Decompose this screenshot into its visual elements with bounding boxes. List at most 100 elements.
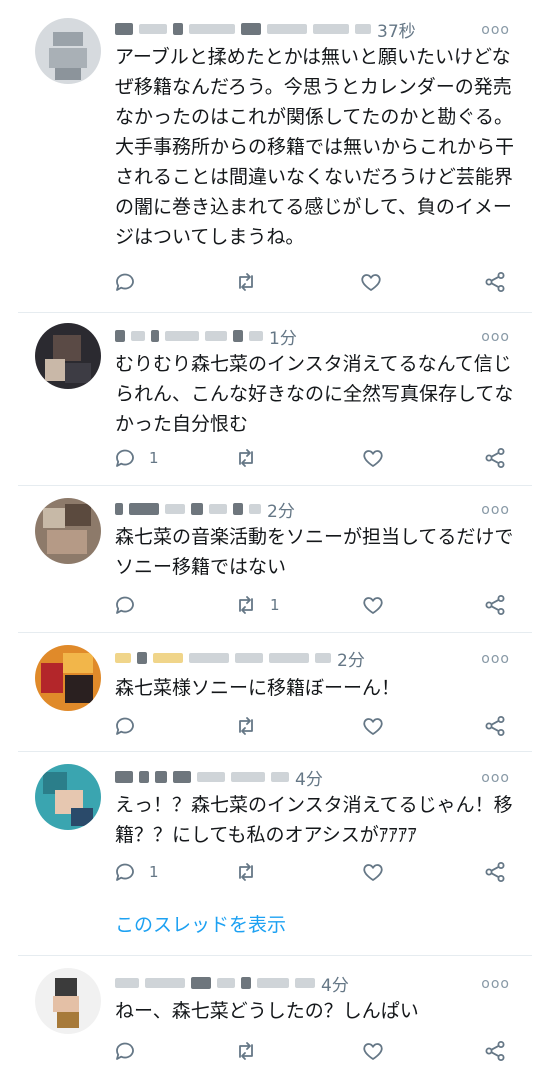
more-options-icon[interactable]: ooo [481,22,510,38]
share-icon [485,1041,505,1061]
author-name-blurred[interactable] [115,23,371,35]
reply-button[interactable] [113,1036,149,1066]
tweet-time[interactable]: 4分 [295,765,323,790]
heart-icon [363,864,383,881]
retweet-button[interactable]: 1 [234,590,280,620]
retweet-button[interactable] [234,711,270,741]
avatar[interactable] [35,968,101,1034]
more-options-icon[interactable]: ooo [481,651,510,667]
author-name-blurred[interactable] [115,771,289,783]
retweet-icon [239,273,253,291]
retweet-icon [239,1042,253,1060]
author-name-blurred[interactable] [115,652,331,664]
tweet-text: 森七菜様ソニーに移籍ぼーーん！ [115,677,401,699]
retweet-icon [239,717,253,735]
avatar[interactable] [35,323,101,389]
tweet-text: えっ！？森七菜のインスタ消えてるじゃん！移籍？？にしても私のオアシスがｱｱｱｱ [115,794,513,846]
tweet-header: 1分 [115,323,510,349]
author-name-blurred[interactable] [115,330,263,342]
tweet-text: ねー、森七菜どうしたの？しんぱい [115,1000,419,1022]
tweet-actions: 1 [110,857,520,887]
reply-count: 1 [149,863,159,881]
share-button[interactable] [483,590,507,620]
share-button[interactable] [483,443,507,473]
retweet-button[interactable] [234,443,270,473]
reply-icon [116,863,134,881]
more-options-icon[interactable]: ooo [481,976,510,992]
tweet-text: アーブルと揉めたとかは無いと願いたいけどなぜ移籍なんだろう。今思うとカレンダーの… [115,46,515,248]
share-icon [485,595,505,615]
tweet-2[interactable]: 1分 ooo むりむり森七菜のインスタ消えてるなんて信じられん、こんな好きなのに… [0,313,550,485]
avatar[interactable] [35,18,101,84]
reply-button[interactable] [113,267,149,297]
retweet-button[interactable] [234,1036,270,1066]
tweet-header: 37秒 [115,16,510,42]
retweet-button[interactable] [234,857,270,887]
tweet-time[interactable]: 4分 [321,971,349,996]
reply-button[interactable]: 1 [113,857,159,887]
share-icon [485,862,505,882]
retweet-count: 1 [270,596,280,614]
heart-icon [363,1043,383,1060]
tweet-6[interactable]: 4分 ooo ねー、森七菜どうしたの？しんぱい [0,956,550,1082]
avatar[interactable] [35,764,101,830]
tweet-1[interactable]: 37秒 ooo アーブルと揉めたとかは無いと願いたいけどなぜ移籍なんだろう。今思… [0,0,550,310]
tweet-text: 森七菜の音楽活動をソニーが担当してるだけでソニー移籍ではない [115,526,514,578]
tweet-time[interactable]: 2分 [267,497,295,522]
more-options-icon[interactable]: ooo [481,770,510,786]
tweet-4[interactable]: 2分 ooo 森七菜様ソニーに移籍ぼーーん！ [0,633,550,751]
reply-count: 1 [149,449,159,467]
reply-icon [116,273,134,291]
retweet-icon [239,863,253,881]
tweet-actions: 1 [110,590,520,620]
tweet-actions [110,267,520,297]
share-button[interactable] [483,857,507,887]
share-button[interactable] [483,1036,507,1066]
like-button[interactable] [361,443,385,473]
like-button[interactable] [359,267,383,297]
tweet-actions [110,711,520,741]
tweet-header: 4分 [115,764,510,790]
tweet-actions: 1 [110,443,520,473]
show-thread-link[interactable]: このスレッドを表示 [115,910,286,937]
heart-icon [363,450,383,467]
tweet-actions [110,1036,520,1066]
author-name-blurred[interactable] [115,977,315,989]
more-options-icon[interactable]: ooo [481,502,510,518]
reply-icon [116,1042,134,1060]
tweet-time[interactable]: 37秒 [377,17,416,42]
tweet-text: むりむり森七菜のインスタ消えてるなんて信じられん、こんな好きなのに全然写真保存し… [115,353,514,435]
tweet-time[interactable]: 2分 [337,646,365,671]
like-button[interactable] [361,711,385,741]
heart-icon [361,274,381,291]
retweet-icon [239,596,253,614]
reply-icon [116,449,134,467]
tweet-time[interactable]: 1分 [269,324,297,349]
reply-button[interactable] [113,590,149,620]
share-button[interactable] [483,711,507,741]
share-icon [485,716,505,736]
like-button[interactable] [361,590,385,620]
more-options-icon[interactable]: ooo [481,329,510,345]
tweet-5[interactable]: 4分 ooo えっ！？森七菜のインスタ消えてるじゃん！移籍？？にしても私のオアシ… [0,752,550,955]
like-button[interactable] [361,857,385,887]
reply-icon [116,596,134,614]
retweet-button[interactable] [234,267,270,297]
share-button[interactable] [483,267,507,297]
avatar[interactable] [35,645,101,711]
reply-button[interactable] [113,711,149,741]
like-button[interactable] [361,1036,385,1066]
reply-button[interactable]: 1 [113,443,159,473]
retweet-icon [239,449,253,467]
reply-icon [116,717,134,735]
author-name-blurred[interactable] [115,503,261,515]
share-icon [485,448,505,468]
tweet-3[interactable]: 2分 ooo 森七菜の音楽活動をソニーが担当してるだけでソニー移籍ではない 1 [0,486,550,632]
tweet-header: 4分 [115,970,510,996]
tweet-header: 2分 [115,645,510,671]
tweet-header: 2分 [115,496,510,522]
avatar[interactable] [35,498,101,564]
heart-icon [363,718,383,735]
share-icon [485,272,505,292]
heart-icon [363,597,383,614]
